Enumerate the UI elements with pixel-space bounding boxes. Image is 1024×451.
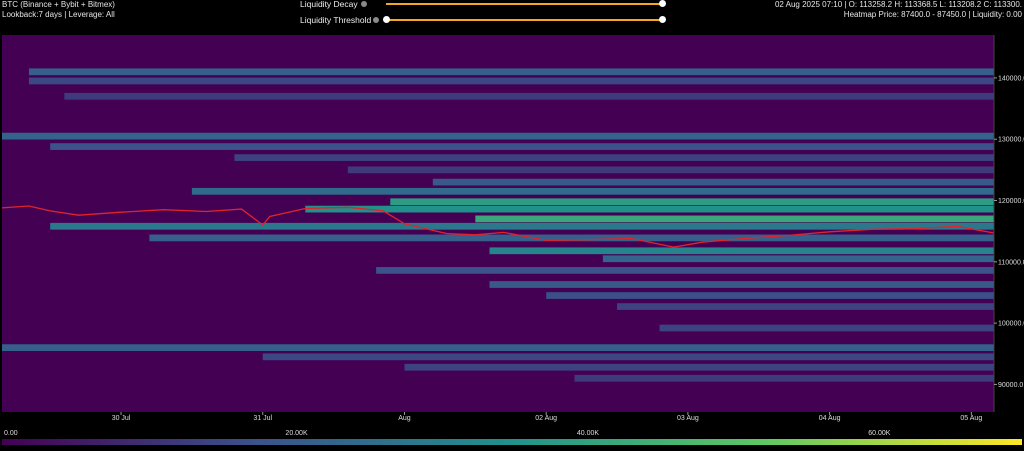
liquidity-band <box>546 292 994 299</box>
y-tick-label: 90000.0 <box>998 382 1023 389</box>
liquidity-band <box>2 132 994 140</box>
liquidity-band <box>347 166 995 174</box>
x-tick-label: 30 Jul <box>112 415 131 422</box>
y-tick-label: 110000.0 <box>998 259 1024 266</box>
colorbar-tick-label: 20.00K <box>285 430 308 437</box>
liquidity-band <box>390 198 995 206</box>
liquidity-band <box>617 303 994 310</box>
threshold-info-icon[interactable] <box>373 17 379 23</box>
liquidity-band <box>475 215 995 223</box>
liquidity-band <box>305 205 995 213</box>
liquidity-band <box>574 374 994 382</box>
x-tick-label: Aug <box>398 415 411 422</box>
threshold-slider-track[interactable] <box>386 19 662 21</box>
y-tick-label: 130000.0 <box>998 137 1024 144</box>
y-tick-label: 120000.0 <box>998 198 1024 205</box>
liquidity-band <box>50 222 994 230</box>
lookback-info: Lookback:7 days | Leverage: All <box>2 10 115 19</box>
liquidity-band <box>234 154 994 161</box>
liquidity-band <box>2 344 994 352</box>
x-tick-label: 02 Aug <box>535 415 557 422</box>
liquidity-band <box>404 363 994 371</box>
liquidity-band <box>28 68 994 76</box>
y-tick-label: 140000.0 <box>998 75 1024 82</box>
liquidity-band <box>489 247 994 255</box>
liquidity-band <box>432 178 995 186</box>
liquidity-band <box>376 267 994 274</box>
liquidity-band <box>489 281 994 288</box>
ohlc-readout: 02 Aug 2025 07:10 | O: 113258.2 H: 11336… <box>774 0 1022 9</box>
y-tick-label: 100000.0 <box>998 321 1024 328</box>
decay-slider-handle[interactable] <box>659 0 666 7</box>
threshold-label: Liquidity Threshold <box>300 15 372 25</box>
x-tick-label: 04 Aug <box>819 415 841 422</box>
liquidity-band <box>262 353 994 361</box>
liquidity-band <box>602 255 994 263</box>
colorbar <box>2 439 1022 445</box>
threshold-slider-max-handle[interactable] <box>659 16 666 23</box>
liquidity-band <box>28 77 994 85</box>
heatmap-readout: Heatmap Price: 87400.0 - 87450.0 | Liqui… <box>843 10 1022 19</box>
decay-label: Liquidity Decay <box>300 0 358 9</box>
top-bar: BTC (Binance + Bybit + Bitmex) Lookback:… <box>0 0 1024 34</box>
decay-info-icon[interactable] <box>361 1 367 7</box>
x-tick-label: 03 Aug <box>677 415 699 422</box>
colorbar-tick-label: 60.00K <box>868 430 891 437</box>
liquidity-band <box>659 324 994 332</box>
colorbar-tick-label: 40.00K <box>576 430 600 437</box>
chart-title: BTC (Binance + Bybit + Bitmex) <box>2 0 115 9</box>
colorbar-tick-label: 0.00 <box>4 430 18 437</box>
liquidity-band <box>64 92 994 100</box>
liquidity-band <box>50 143 994 150</box>
threshold-slider-handle[interactable] <box>383 16 390 23</box>
x-tick-label: 05 Aug <box>960 415 982 422</box>
liquidity-heatmap[interactable]: 140000.0 130000.0 120000.0 110000.0 100000.0… <box>0 34 1024 426</box>
liquidity-band <box>191 187 994 195</box>
x-tick-label: 31 Jul <box>253 415 272 422</box>
decay-slider-track[interactable] <box>386 3 662 5</box>
